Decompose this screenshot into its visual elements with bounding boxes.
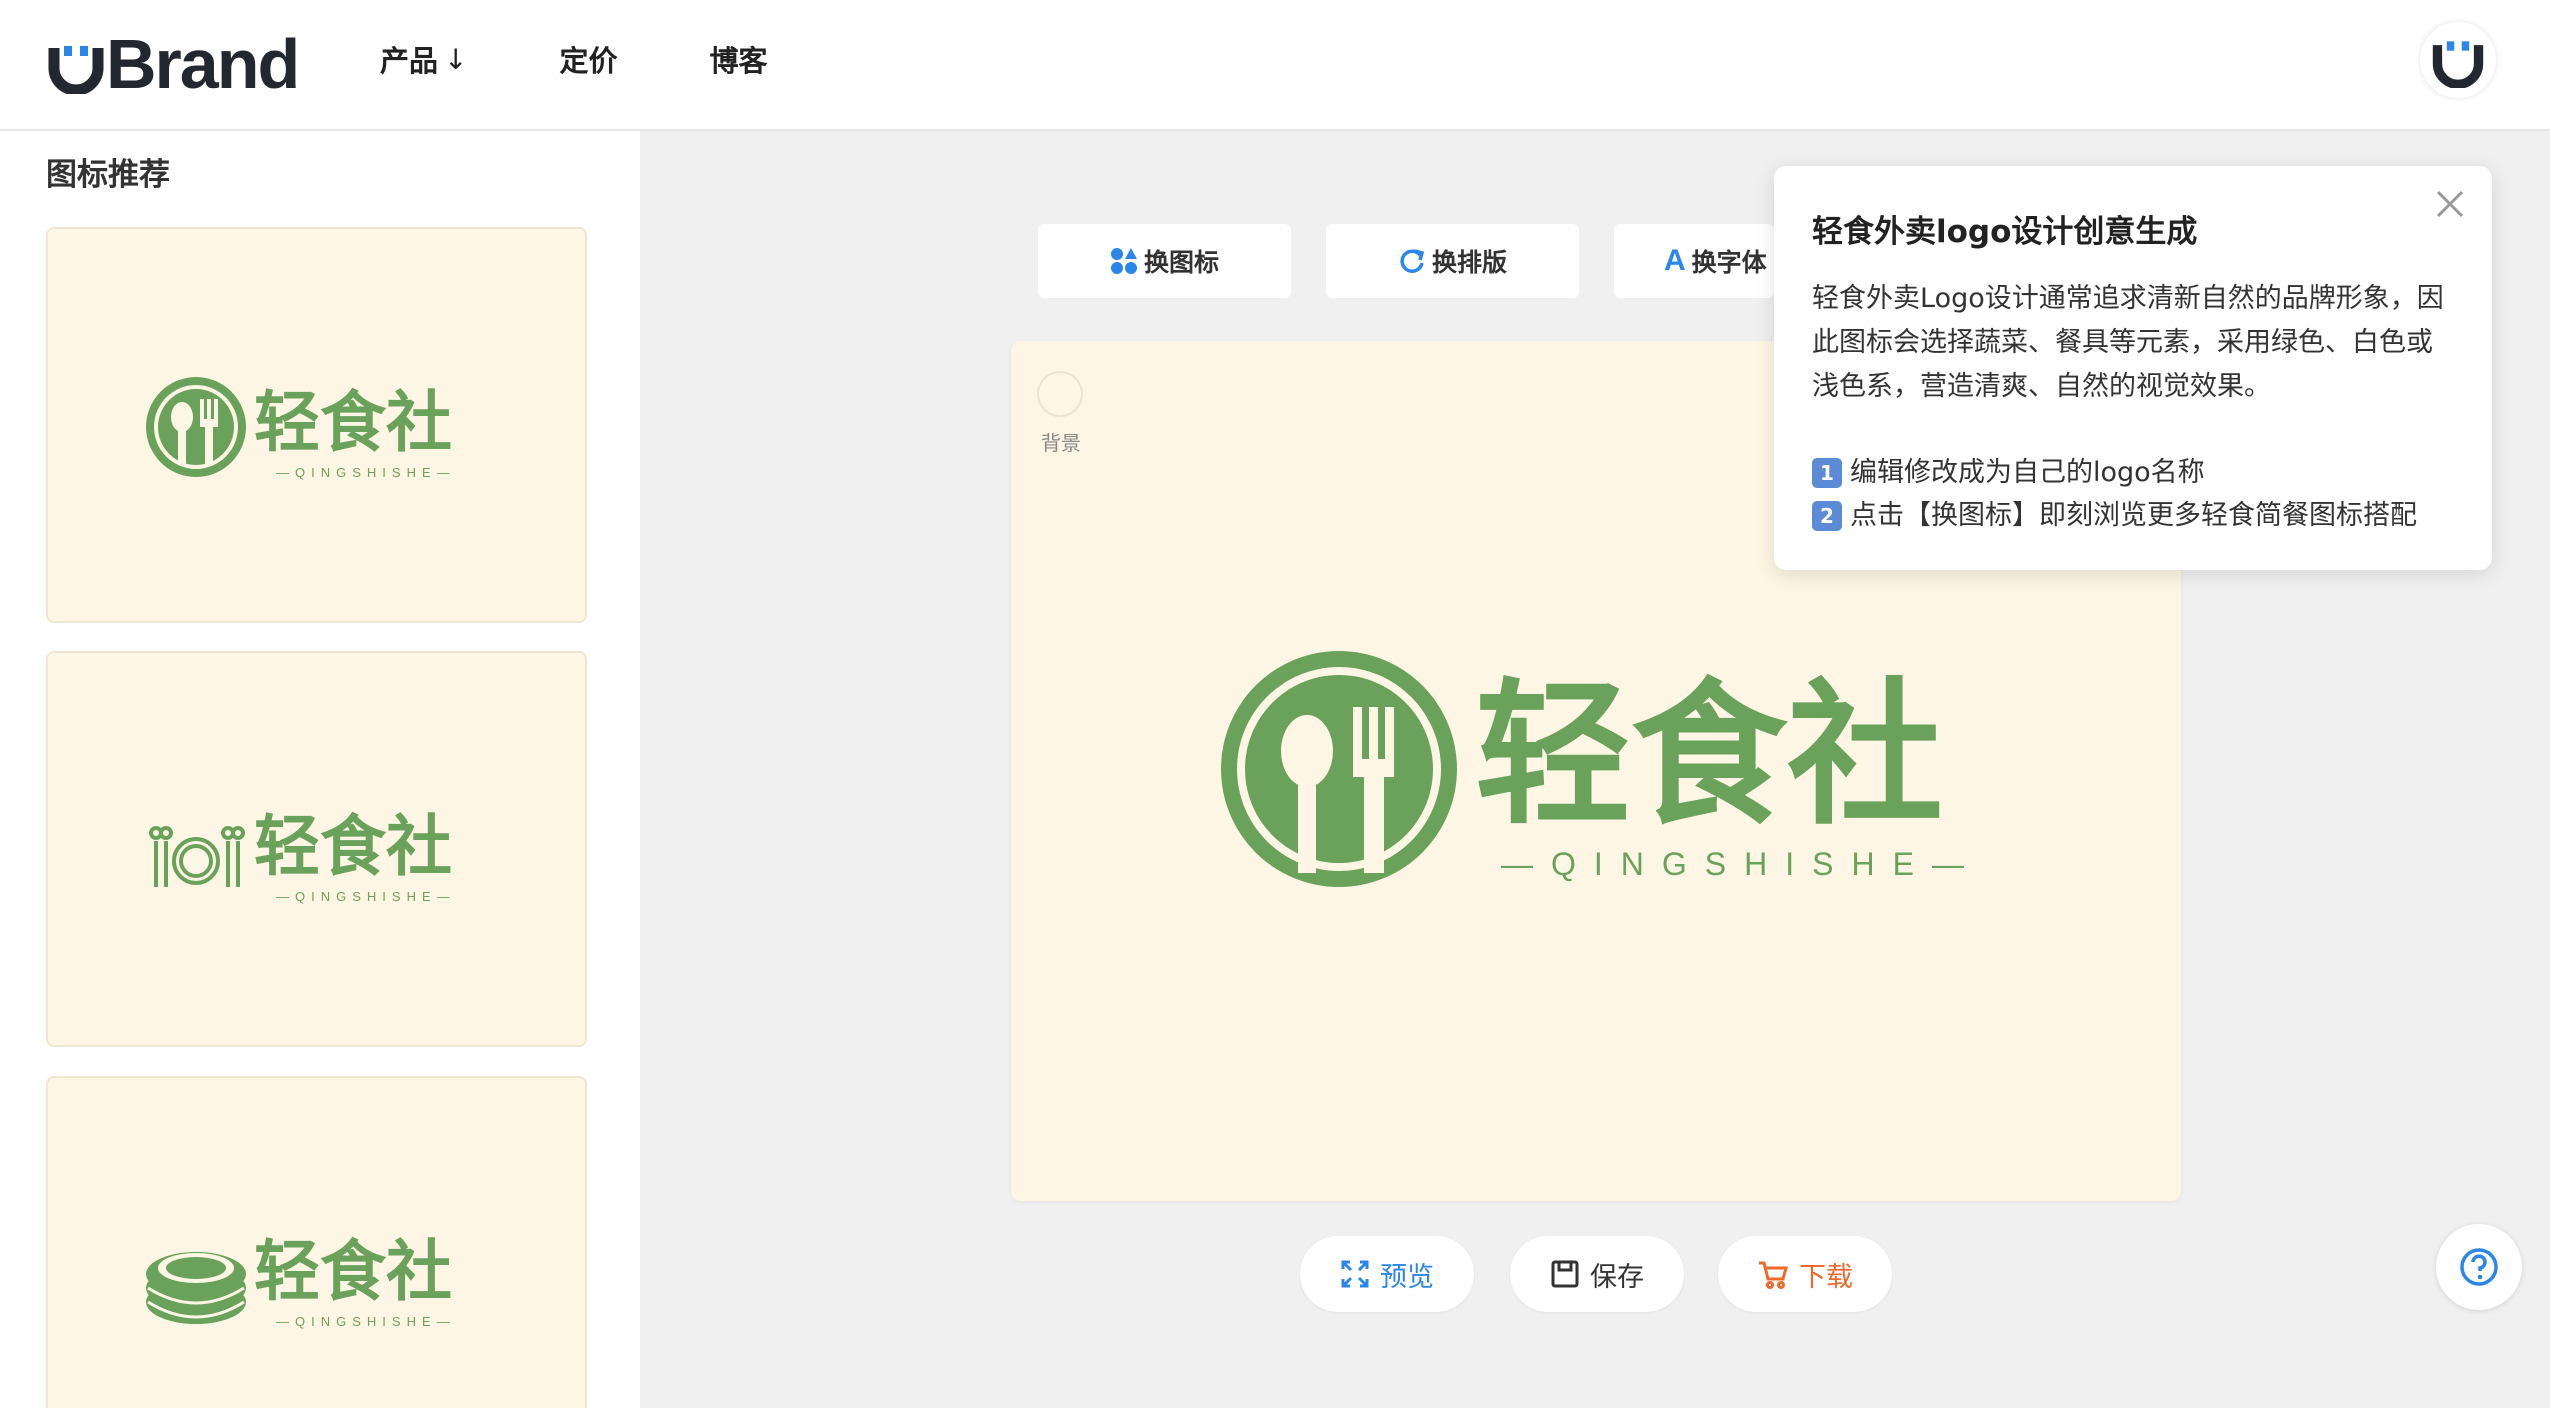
save-disk-icon: [1551, 1260, 1579, 1288]
main-logo: 轻食社 —QINGSHISHE—: [1221, 651, 1982, 887]
keycap-2-icon: 2: [1812, 500, 1842, 531]
background-color-swatch[interactable]: [1037, 371, 1083, 417]
rec-logo-2: 轻食社 —QINGSHISHE—: [149, 808, 456, 904]
spoon-fork-circle-icon: [1221, 651, 1457, 887]
rec-logo-3: 轻食社 —QINGSHISHE—: [146, 1233, 456, 1329]
font-a-icon: A: [1664, 244, 1686, 277]
change-font-button[interactable]: A 换字体: [1614, 224, 1774, 298]
rec-card-name: 轻食社: [254, 808, 452, 885]
download-button[interactable]: 下载: [1718, 1236, 1892, 1312]
brand-u-icon: [48, 46, 104, 94]
preview-button[interactable]: 预览: [1300, 1236, 1474, 1312]
main-logo-pinyin: —QINGSHISHE—: [1501, 846, 1982, 882]
tip-body: 轻食外卖Logo设计通常追求清新自然的品牌形象，因此图标会选择蔬菜、餐具等元素，…: [1812, 283, 2444, 402]
change-layout-button[interactable]: 换排版: [1326, 224, 1579, 298]
rec-card-name: 轻食社: [254, 384, 452, 461]
close-icon[interactable]: [2430, 184, 2470, 224]
place-setting-icon: [149, 826, 245, 887]
main-nav: 产品 ↓ 定价 博客: [380, 38, 768, 80]
shapes-icon: [1110, 248, 1137, 274]
spoon-fork-circle-icon: [146, 377, 246, 477]
main-logo-name: 轻食社: [1475, 664, 1943, 846]
arrow-down-icon: ↓: [444, 42, 468, 76]
design-tip-popup: 轻食外卖logo设计创意生成 轻食外卖Logo设计通常追求清新自然的品牌形象，因…: [1774, 166, 2492, 570]
nav-products-label: 产品: [380, 44, 439, 78]
user-avatar[interactable]: [2420, 22, 2496, 98]
expand-icon: [1341, 1260, 1369, 1288]
rec-card-name: 轻食社: [254, 1233, 452, 1310]
preview-label: 预览: [1380, 1261, 1434, 1293]
cart-icon: [1759, 1261, 1788, 1289]
nav-blog-label: 博客: [709, 44, 768, 78]
brand-logo[interactable]: Brand: [48, 24, 300, 104]
nav-products[interactable]: 产品 ↓: [380, 38, 467, 80]
tip-step-1: 1 编辑修改成为自己的logo名称: [1812, 451, 2454, 494]
change-font-label: 换字体: [1691, 248, 1767, 277]
sidebar-title: 图标推荐: [46, 157, 170, 193]
save-label: 保存: [1590, 1261, 1644, 1293]
tip-title: 轻食外卖logo设计创意生成: [1812, 214, 2198, 250]
change-layout-label: 换排版: [1431, 248, 1507, 277]
background-label: 背景: [1041, 431, 1081, 455]
top-header: Brand 产品 ↓ 定价 博客: [0, 0, 2550, 131]
recommendation-card[interactable]: 轻食社 —QINGSHISHE—: [46, 651, 587, 1047]
change-icon-button[interactable]: 换图标: [1038, 224, 1291, 298]
nav-blog[interactable]: 博客: [710, 38, 768, 80]
rec-logo-1: 轻食社 —QINGSHISHE—: [146, 377, 456, 480]
recommendation-card[interactable]: 轻食社 —QINGSHISHE—: [46, 227, 587, 623]
keycap-1-icon: 1: [1812, 457, 1842, 488]
change-icon-label: 换图标: [1143, 248, 1219, 277]
rec-card-pinyin: —QINGSHISHE—: [276, 465, 456, 480]
download-label: 下载: [1799, 1261, 1853, 1293]
avatar-brand-icon: [2432, 41, 2484, 88]
icon-recommendation-sidebar: 图标推荐 轻食社 —QINGSHISHE— 轻食社 —QINGSHISHE— 轻…: [0, 131, 640, 1408]
nav-pricing[interactable]: 定价: [559, 38, 617, 80]
recommendation-card[interactable]: 轻食社 —QINGSHISHE—: [46, 1076, 587, 1408]
tip-step-2-text: 点击【换图标】即刻浏览更多轻食简餐图标搭配: [1850, 500, 2417, 531]
tip-step-1-text: 编辑修改成为自己的logo名称: [1850, 457, 2205, 488]
brand-name: Brand: [106, 25, 300, 103]
nav-pricing-label: 定价: [559, 44, 618, 78]
question-icon: [2460, 1248, 2498, 1286]
help-button[interactable]: [2436, 1224, 2522, 1310]
refresh-icon: [1400, 249, 1425, 273]
stacked-plates-icon: [146, 1252, 246, 1324]
rec-card-pinyin: —QINGSHISHE—: [276, 1314, 456, 1329]
tip-step-2: 2 点击【换图标】即刻浏览更多轻食简餐图标搭配: [1812, 494, 2454, 537]
save-button[interactable]: 保存: [1510, 1236, 1684, 1312]
rec-card-pinyin: —QINGSHISHE—: [276, 889, 456, 904]
